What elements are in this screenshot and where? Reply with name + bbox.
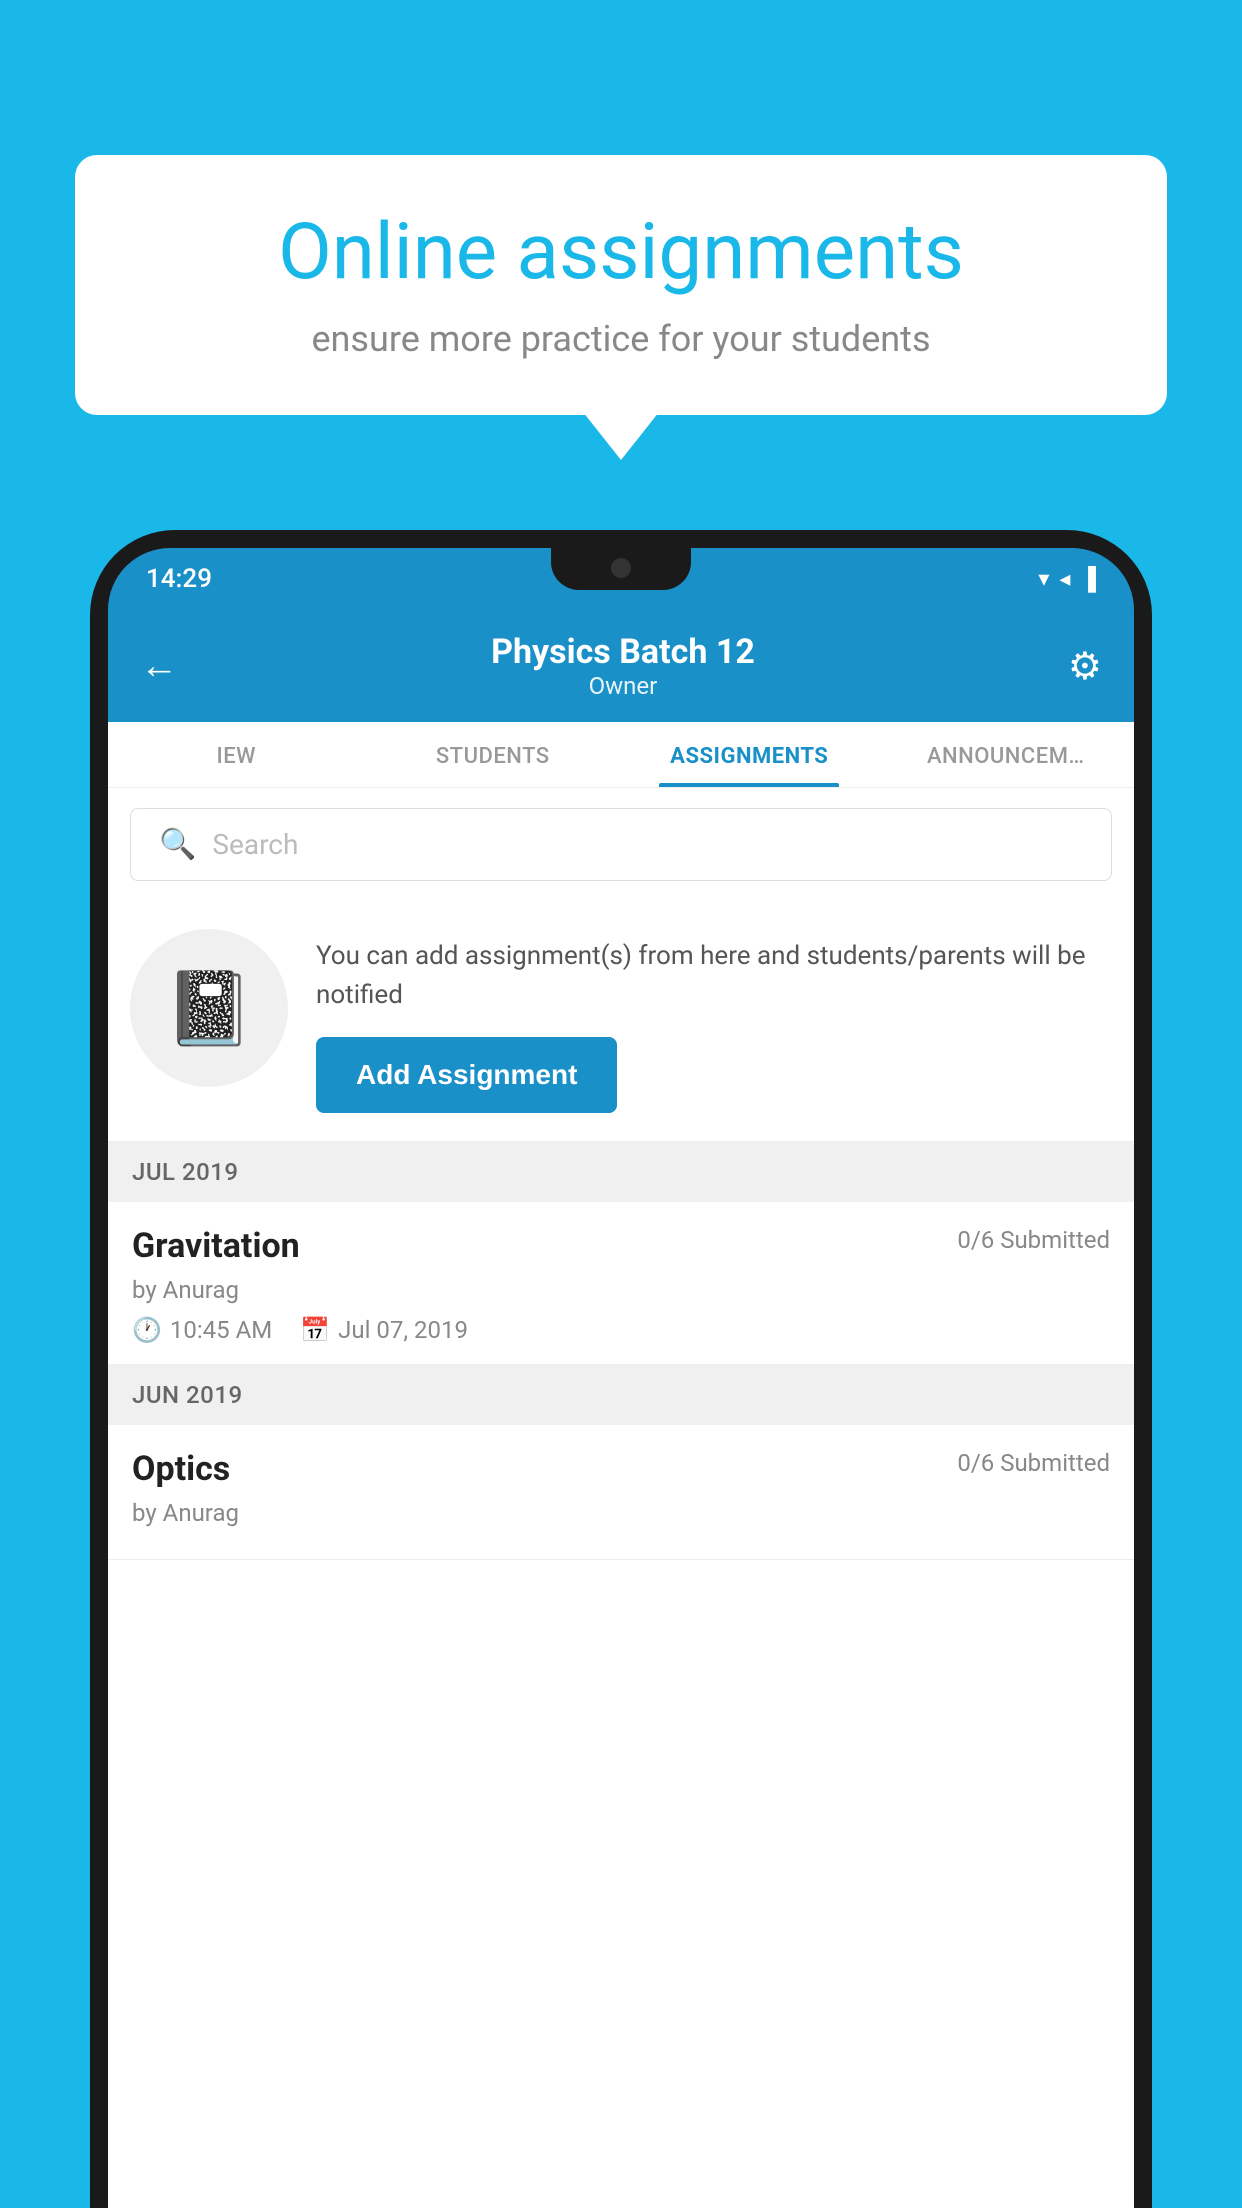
tabs-row: IEW STUDENTS ASSIGNMENTS ANNOUNCEM… — [108, 722, 1134, 788]
section-header-jul: JUL 2019 — [108, 1142, 1134, 1202]
add-assignment-button[interactable]: Add Assignment — [316, 1037, 617, 1113]
promo-text-area: You can add assignment(s) from here and … — [316, 929, 1112, 1113]
calendar-icon: 📅 — [300, 1316, 330, 1344]
app-content: ← Physics Batch 12 Owner ⚙ IEW STUDENTS … — [108, 610, 1134, 2208]
search-placeholder: Search — [212, 828, 298, 861]
section-header-jun: JUN 2019 — [108, 1365, 1134, 1425]
tab-students[interactable]: STUDENTS — [365, 722, 622, 787]
speech-bubble-container: Online assignments ensure more practice … — [75, 155, 1167, 415]
search-bar[interactable]: 🔍 Search — [130, 808, 1112, 881]
phone-container: 14:29 ▾ ◂ ▐ ← Physics Batch 12 Owner ⚙ — [90, 530, 1152, 2208]
header-subtitle: Owner — [491, 672, 755, 700]
assignment-by-gravitation: by Anurag — [132, 1276, 1110, 1304]
tab-announcements[interactable]: ANNOUNCEM… — [878, 722, 1135, 787]
tab-assignments[interactable]: ASSIGNMENTS — [621, 722, 878, 787]
promo-description: You can add assignment(s) from here and … — [316, 937, 1112, 1015]
assignment-item-optics[interactable]: Optics 0/6 Submitted by Anurag — [108, 1425, 1134, 1560]
speech-bubble-title: Online assignments — [140, 210, 1102, 296]
search-icon: 🔍 — [159, 827, 196, 862]
meta-time: 🕐 10:45 AM — [132, 1316, 272, 1344]
assignment-title-optics: Optics — [132, 1449, 230, 1489]
status-bar: 14:29 ▾ ◂ ▐ — [108, 548, 1134, 610]
speech-bubble-subtitle: ensure more practice for your students — [140, 318, 1102, 360]
search-container: 🔍 Search — [108, 788, 1134, 901]
phone-frame: 14:29 ▾ ◂ ▐ ← Physics Batch 12 Owner ⚙ — [90, 530, 1152, 2208]
settings-icon[interactable]: ⚙ — [1068, 644, 1102, 689]
clock-icon: 🕐 — [132, 1316, 162, 1344]
assignment-item-gravitation[interactable]: Gravitation 0/6 Submitted by Anurag 🕐 10… — [108, 1202, 1134, 1365]
status-icons: ▾ ◂ ▐ — [1038, 566, 1096, 592]
assignment-meta-gravitation: 🕐 10:45 AM 📅 Jul 07, 2019 — [132, 1316, 1110, 1344]
camera-dot — [611, 558, 631, 578]
battery-icon: ▐ — [1080, 566, 1096, 592]
notch — [551, 548, 691, 590]
notebook-icon: 📓 — [164, 966, 254, 1051]
back-button[interactable]: ← — [140, 644, 178, 688]
signal-icon: ◂ — [1059, 567, 1070, 592]
speech-bubble: Online assignments ensure more practice … — [75, 155, 1167, 415]
app-header: ← Physics Batch 12 Owner ⚙ — [108, 610, 1134, 722]
assignment-date: Jul 07, 2019 — [338, 1316, 468, 1344]
header-title: Physics Batch 12 — [491, 632, 755, 672]
promo-icon-circle: 📓 — [130, 929, 288, 1087]
assignment-row-top: Gravitation 0/6 Submitted — [132, 1226, 1110, 1266]
tab-iew[interactable]: IEW — [108, 722, 365, 787]
assignment-row-top-optics: Optics 0/6 Submitted — [132, 1449, 1110, 1489]
assignment-by-optics: by Anurag — [132, 1499, 1110, 1527]
assignment-submitted-optics: 0/6 Submitted — [957, 1449, 1110, 1477]
assignment-title-gravitation: Gravitation — [132, 1226, 300, 1266]
assignment-time: 10:45 AM — [170, 1316, 272, 1344]
promo-block: 📓 You can add assignment(s) from here an… — [108, 901, 1134, 1142]
header-center: Physics Batch 12 Owner — [491, 632, 755, 700]
meta-date: 📅 Jul 07, 2019 — [300, 1316, 468, 1344]
status-time: 14:29 — [146, 564, 212, 594]
assignment-submitted-gravitation: 0/6 Submitted — [957, 1226, 1110, 1254]
wifi-icon: ▾ — [1038, 567, 1049, 592]
